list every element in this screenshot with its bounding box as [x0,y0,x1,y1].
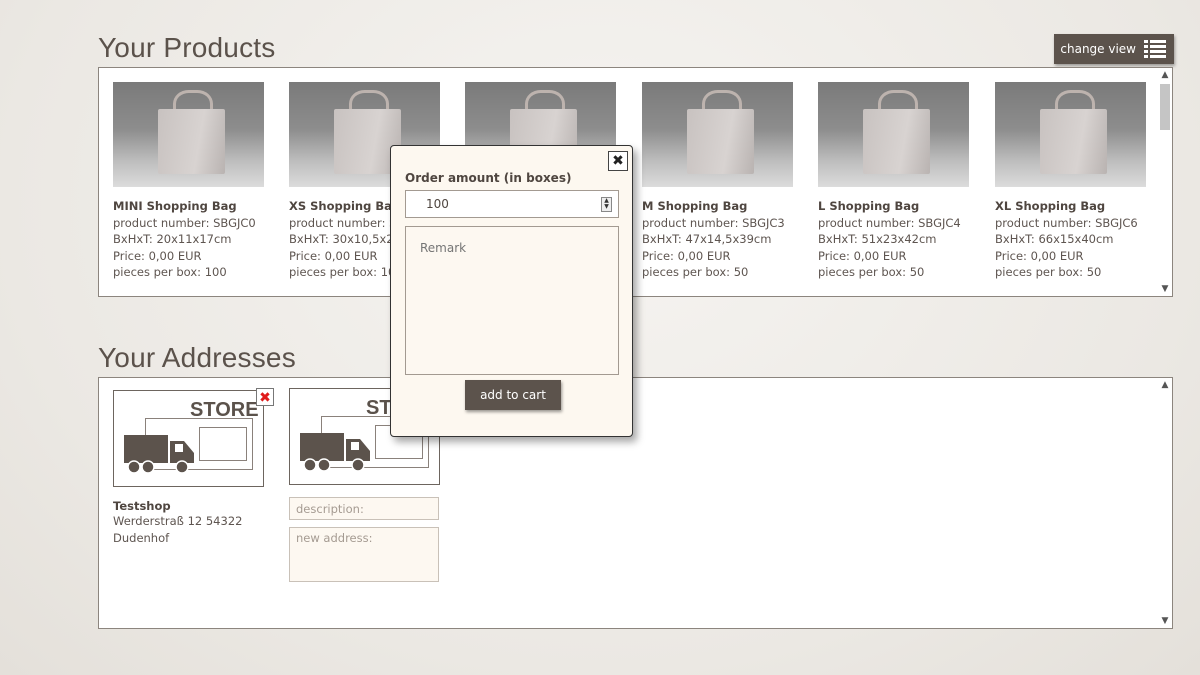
order-modal: ✖ Order amount (in boxes) 100 ▲ ▼ add to… [390,145,633,437]
address-name: Testshop [113,499,171,513]
delete-address-icon[interactable]: ✖ [256,388,274,406]
list-view-icon [1144,40,1166,58]
products-title: Your Products [98,32,276,63]
order-amount-value: 100 [426,197,449,211]
store-truck-image: STORE [113,390,264,487]
product-price: Price: 0,00 EUR [818,248,907,263]
products-panel: MINI Shopping Bag product number: SBGJC0… [98,67,1173,297]
close-icon[interactable]: ✖ [608,151,628,171]
product-name: M Shopping Bag [642,199,748,213]
scroll-up-icon[interactable]: ▲ [1158,68,1172,82]
product-dimensions: BxHxT: 47x14,5x39cm [642,232,772,246]
product-image[interactable] [818,82,969,187]
store-label: STORE [190,399,259,421]
product-card[interactable]: MINI Shopping Bag product number: SBGJC0… [113,82,264,281]
product-dimensions: BxHxT: 66x15x40cm [995,232,1114,246]
product-card[interactable]: M Shopping Bag product number: SBGJC3 Bx… [642,82,793,281]
product-pieces-per-box: pieces per box: 50 [995,265,1102,279]
new-address-textarea[interactable] [289,527,439,582]
product-dimensions: BxHxT: 51x23x42cm [818,232,937,246]
scroll-thumb[interactable] [1160,84,1170,130]
scroll-up-icon[interactable]: ▲ [1158,378,1172,392]
truck-icon [300,433,370,472]
stepper-down-icon[interactable]: ▼ [602,204,611,210]
change-view-label: change view [1060,42,1136,56]
order-amount-input[interactable]: 100 ▲ ▼ [405,190,619,218]
product-name: XL Shopping Bag [995,199,1106,213]
truck-icon [124,435,194,474]
scroll-down-icon[interactable]: ▼ [1158,282,1172,296]
product-number: product number: SBGJC4 [818,215,961,230]
remark-textarea[interactable] [405,226,619,375]
add-to-cart-button[interactable]: add to cart [465,380,561,410]
scroll-down-icon[interactable]: ▼ [1158,614,1172,628]
product-image[interactable] [113,82,264,187]
address-street: Werderstraß 12 54322 [113,514,243,528]
address-city: Dudenhof [113,531,170,545]
product-number: product number: SBGJC3 [642,215,785,230]
amount-stepper[interactable]: ▲ ▼ [601,197,612,212]
product-price: Price: 0,00 EUR [995,248,1084,263]
product-pieces-per-box: pieces per box: 50 [642,265,749,279]
addresses-panel: STORE Testshop Werderstraß 12 54322 Dude… [98,377,1173,629]
addresses-scrollbar[interactable]: ▲ ▼ [1158,378,1172,628]
product-price: Price: 0,00 EUR [642,248,731,263]
product-dimensions: BxHxT: 20x11x17cm [113,232,232,246]
product-image[interactable] [995,82,1146,187]
change-view-button[interactable]: change view [1054,34,1174,64]
address-card[interactable]: STORE Testshop Werderstraß 12 54322 Dude… [113,390,264,547]
product-pieces-per-box: pieces per box: 50 [818,265,925,279]
product-image[interactable] [642,82,793,187]
order-amount-label: Order amount (in boxes) [405,171,572,185]
product-name: L Shopping Bag [818,199,920,213]
products-scrollbar[interactable]: ▲ ▼ [1158,68,1172,296]
product-pieces-per-box: pieces per box: 100 [113,265,227,279]
product-number: product number: SBGJC6 [995,215,1138,230]
product-card[interactable]: L Shopping Bag product number: SBGJC4 Bx… [818,82,969,281]
product-price: Price: 0,00 EUR [113,248,202,263]
product-card[interactable]: XL Shopping Bag product number: SBGJC6 B… [995,82,1146,281]
product-number: product number: SBGJC0 [113,215,256,230]
address-description-input[interactable] [289,497,439,520]
addresses-title: Your Addresses [98,342,296,373]
product-name: MINI Shopping Bag [113,199,237,213]
